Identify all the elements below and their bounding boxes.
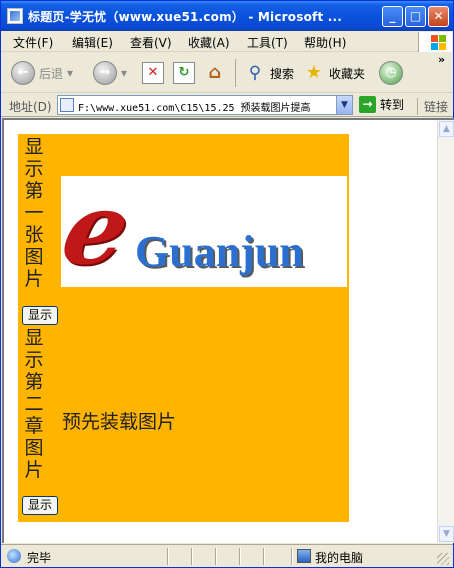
back-dropdown-icon[interactable]: ▾ [67, 66, 73, 80]
close-button[interactable]: ✕ [428, 6, 449, 27]
status-bar: 完毕 我的电脑 [1, 544, 453, 567]
show-first-image-button[interactable]: 显示 [22, 306, 58, 325]
favorites-label: 收藏夹 [329, 66, 366, 81]
menu-edit[interactable]: 编辑(E) [72, 34, 113, 51]
minimize-button[interactable]: _ [382, 6, 403, 27]
menu-tools[interactable]: 工具(T) [247, 34, 288, 51]
caption-char: 一 [24, 202, 44, 224]
search-button[interactable]: ⚲ 搜索 [244, 59, 294, 87]
refresh-button[interactable]: ↻ [173, 59, 195, 87]
status-divider [215, 548, 217, 565]
caption-char: 片 [24, 268, 44, 290]
caption-char: 张 [24, 224, 44, 246]
caption-char: 示 [24, 158, 44, 180]
caption-char: 示 [24, 349, 44, 371]
favorites-button[interactable]: ★ 收藏夹 [303, 59, 365, 87]
ie-status-icon [7, 549, 21, 563]
forward-button[interactable]: → ▾ [93, 59, 127, 87]
status-divider [191, 548, 193, 565]
back-button[interactable]: ← 后退 ▾ [11, 59, 73, 87]
back-label: 后退 [39, 66, 64, 81]
windows-logo-icon [418, 32, 452, 52]
forward-dropdown-icon[interactable]: ▾ [121, 66, 127, 80]
caption-char: 二 [24, 393, 44, 415]
back-arrow-icon: ← [11, 61, 35, 85]
guanjun-logo-image: e Guanjun [61, 176, 347, 287]
home-icon: ⌂ [208, 62, 222, 83]
caption-char: 第 [24, 180, 44, 202]
search-icon: ⚲ [248, 63, 262, 83]
status-divider [239, 548, 241, 565]
caption-char: 图 [24, 246, 44, 268]
forward-arrow-icon: → [93, 61, 117, 85]
menu-bar: 文件(F) 编辑(E) 查看(V) 收藏(A) 工具(T) 帮助(H) [1, 31, 453, 52]
address-dropdown-icon[interactable]: ▼ [336, 96, 352, 114]
maximize-button[interactable]: □ [405, 6, 426, 27]
preload-image-text: 预先装载图片 [62, 411, 177, 433]
stop-button[interactable]: ✕ [142, 59, 164, 87]
menu-file[interactable]: 文件(F) [13, 34, 53, 51]
scroll-down-button[interactable]: ▼ [439, 526, 454, 542]
ie-page-icon [7, 8, 23, 24]
my-computer-icon [297, 549, 311, 563]
content-panel: 显 示 第 一 张 图 片 显示 e Guanjun 显 示 第 二 章 图 片 [18, 134, 349, 522]
scroll-up-button[interactable]: ▲ [439, 121, 454, 137]
second-image-caption: 显 示 第 二 章 图 片 [22, 327, 46, 481]
menu-favorites[interactable]: 收藏(A) [188, 34, 230, 51]
history-button[interactable]: ◷ [379, 59, 403, 87]
address-input[interactable]: F:\www.xue51.com\C15\15.25 预装载图片提高 ▼ [57, 95, 353, 115]
toolbar-more-icon[interactable]: » [438, 53, 445, 66]
logo-wordmark: Guanjun [135, 227, 304, 276]
caption-char: 显 [24, 327, 44, 349]
status-divider [263, 548, 265, 565]
home-button[interactable]: ⌂ [204, 59, 226, 87]
status-text: 完毕 [27, 551, 52, 565]
browser-window: 标题页-学无忧（www.xue51.com） - Microsoft ... _… [0, 0, 454, 568]
address-label: 地址(D) [9, 100, 52, 114]
vertical-scrollbar[interactable]: ▲ ▼ [437, 120, 454, 543]
links-button[interactable]: 链接 [417, 98, 448, 115]
toolbar: ← 后退 ▾ → ▾ ✕ ↻ ⌂ ⚲ 搜索 ★ 收藏夹 ◷ [1, 53, 453, 93]
caption-char: 第 [24, 371, 44, 393]
caption-char: 片 [24, 459, 44, 481]
logo-letter-e: e [61, 176, 140, 287]
page-icon [60, 98, 74, 112]
status-divider [291, 548, 293, 565]
menu-help[interactable]: 帮助(H) [304, 34, 346, 51]
resize-grip[interactable] [437, 553, 449, 565]
go-button[interactable]: → 转到 [359, 96, 404, 113]
refresh-icon: ↻ [173, 62, 195, 84]
page-viewport: 显 示 第 一 张 图 片 显示 e Guanjun 显 示 第 二 章 图 片 [2, 118, 454, 543]
window-title: 标题页-学无忧（www.xue51.com） - Microsoft ... [28, 10, 343, 24]
stop-icon: ✕ [142, 62, 164, 84]
address-url[interactable]: F:\www.xue51.com\C15\15.25 预装载图片提高 [78, 99, 336, 114]
zone-text: 我的电脑 [315, 551, 364, 565]
title-bar[interactable]: 标题页-学无忧（www.xue51.com） - Microsoft ... _… [1, 1, 453, 31]
caption-char: 图 [24, 437, 44, 459]
search-label: 搜索 [270, 66, 295, 81]
address-bar: 地址(D) F:\www.xue51.com\C15\15.25 预装载图片提高… [1, 94, 453, 117]
history-clock-icon: ◷ [379, 61, 403, 85]
first-image-caption: 显 示 第 一 张 图 片 [22, 136, 46, 290]
menu-view[interactable]: 查看(V) [130, 34, 172, 51]
caption-char: 章 [24, 415, 44, 437]
go-arrow-icon: → [359, 96, 376, 113]
star-icon: ★ [305, 62, 323, 83]
status-divider [167, 548, 169, 565]
toolbar-divider [235, 59, 236, 87]
go-label: 转到 [380, 98, 405, 112]
show-second-image-button[interactable]: 显示 [22, 496, 58, 515]
caption-char: 显 [24, 136, 44, 158]
